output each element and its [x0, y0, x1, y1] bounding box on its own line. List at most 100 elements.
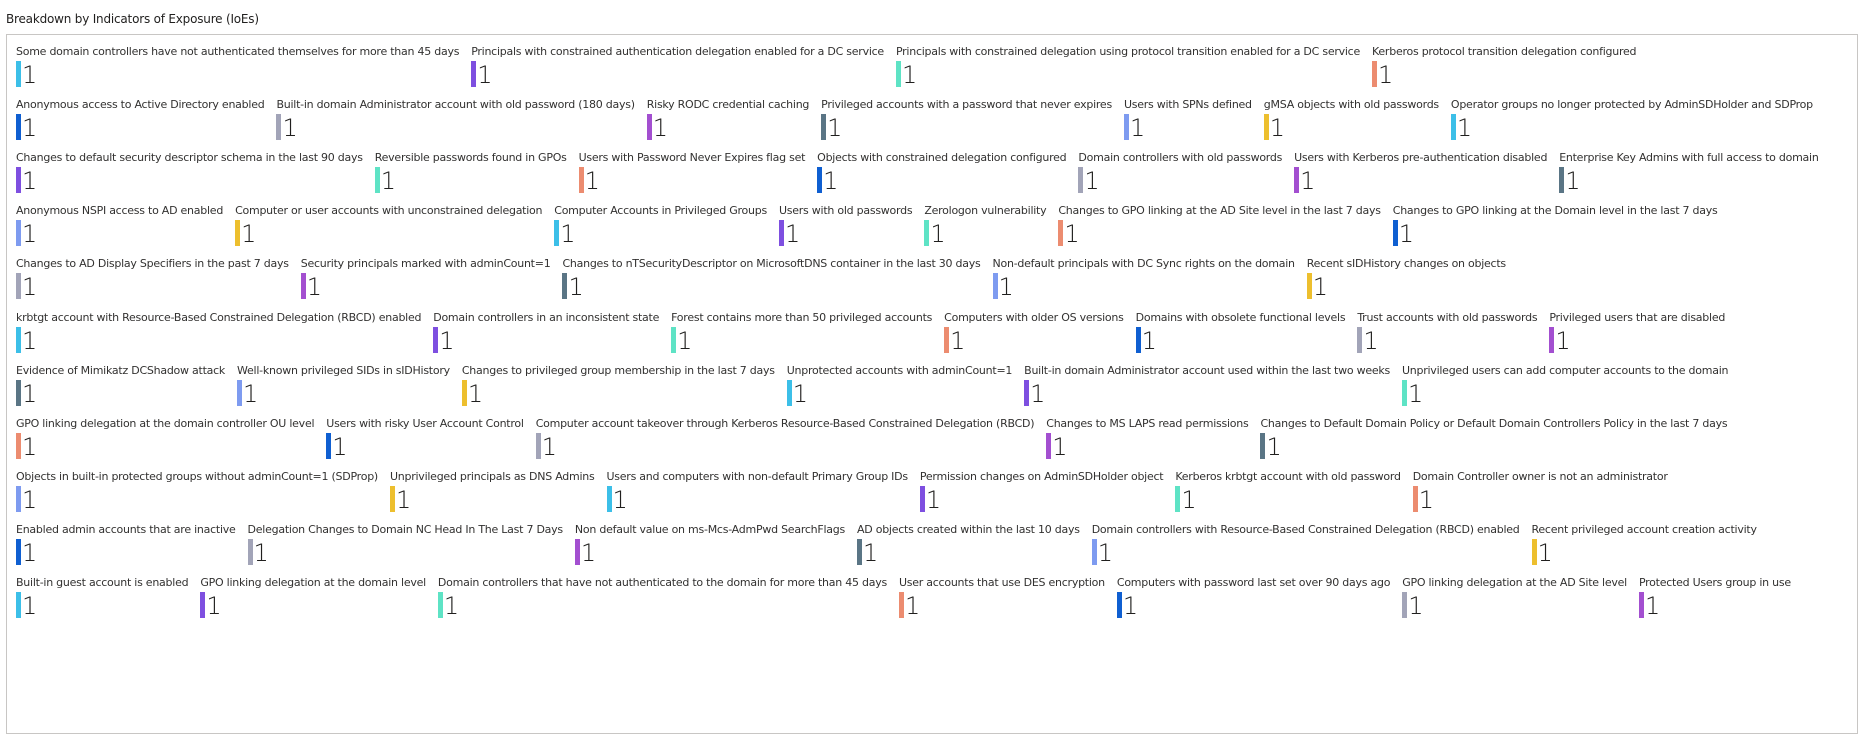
ioe-tile-label: Privileged accounts with a password that… — [821, 98, 1112, 112]
ioe-tile-label: Users with SPNs defined — [1123, 98, 1252, 112]
ioe-tile[interactable]: Unprivileged principals as DNS Admins 1 — [389, 470, 595, 514]
ioe-tile[interactable]: Risky RODC credential caching 1 — [646, 98, 810, 142]
ioe-tile-count: 1 — [439, 326, 455, 355]
ioe-tile[interactable]: Changes to privileged group membership i… — [461, 364, 775, 408]
ioe-tile-value-wrap: 1 — [1402, 592, 1627, 619]
ioe-tile[interactable]: gMSA objects with old passwords 1 — [1263, 98, 1439, 142]
ioe-tile-value-wrap: 1 — [16, 167, 363, 194]
ioe-tile[interactable]: GPO linking delegation at the AD Site le… — [1402, 576, 1627, 620]
ioe-tile[interactable]: Well-known privileged SIDs in sIDHistory… — [237, 364, 450, 408]
ioe-tile-value-wrap: 1 — [235, 220, 542, 247]
ioe-tile[interactable]: Changes to GPO linking at the AD Site le… — [1058, 204, 1381, 248]
ioe-tile-count: 1 — [1418, 485, 1434, 514]
ioe-tile-label: Forest contains more than 50 privileged … — [671, 310, 933, 324]
ioe-tile-color-bar — [1058, 220, 1064, 247]
ioe-tile[interactable]: Domains with obsolete functional levels 1 — [1135, 310, 1346, 355]
ioe-tile[interactable]: Built-in domain Administrator account wi… — [276, 98, 635, 142]
ioe-tile[interactable]: Users with Kerberos pre-authentication d… — [1294, 151, 1547, 195]
ioe-tile[interactable]: Changes to Default Domain Policy or Defa… — [1260, 417, 1728, 461]
ioe-tile[interactable]: Users with Password Never Expires flag s… — [578, 151, 805, 195]
ioe-tile-count: 1 — [1398, 220, 1415, 249]
ioe-tile[interactable]: Protected Users group in use 1 — [1638, 576, 1791, 620]
ioe-tile-count: 1 — [1030, 379, 1046, 408]
ioe-tile[interactable]: Objects in built-in protected groups wit… — [16, 470, 378, 514]
ioe-tile[interactable]: Unprotected accounts with adminCount=1 1 — [786, 364, 1012, 408]
ioe-tile[interactable]: GPO linking delegation at the domain lev… — [200, 576, 426, 620]
ioe-tile-label: Protected Users group in use — [1638, 576, 1791, 589]
ioe-tile[interactable]: Operator groups no longer protected by A… — [1450, 98, 1813, 142]
ioe-tile-label: AD objects created within the last 10 da… — [856, 522, 1080, 536]
ioe-tile[interactable]: Non-default principals with DC Sync righ… — [992, 257, 1295, 301]
ioe-tile[interactable]: krbtgt account with Resource-Based Const… — [16, 311, 421, 355]
ioe-tile-count: 1 — [243, 379, 259, 408]
ioe-tile[interactable]: Enabled admin accounts that are inactive… — [16, 523, 236, 567]
ioe-tile[interactable]: Security principals marked with adminCou… — [300, 257, 551, 301]
ioe-tile[interactable]: Computer or user accounts with unconstra… — [235, 204, 543, 248]
ioe-tile-label: GPO linking delegation at the AD Site le… — [1402, 576, 1627, 589]
ioe-tile-label: Domains with obsolete functional levels — [1135, 310, 1346, 324]
ioe-tile[interactable]: Changes to nTSecurityDescriptor on Micro… — [562, 257, 981, 301]
ioe-tile[interactable]: Domain Controller owner is not an admini… — [1412, 470, 1668, 514]
ioe-tile[interactable]: Unprivileged users can add computer acco… — [1401, 364, 1728, 408]
ioe-tile[interactable]: Privileged accounts with a password that… — [821, 98, 1112, 142]
ioe-tile[interactable]: Forest contains more than 50 privileged … — [671, 311, 932, 355]
ioe-tile[interactable]: User accounts that use DES encryption 1 — [898, 576, 1105, 620]
ioe-tile[interactable]: Objects with constrained delegation conf… — [817, 151, 1067, 195]
ioe-tile-label: Changes to MS LAPS read permissions — [1046, 416, 1249, 430]
ioe-tile-value-wrap: 1 — [1024, 379, 1390, 408]
ioe-tile-value-wrap: 1 — [778, 220, 912, 247]
ioe-tile-label: Enterprise Key Admins with full access t… — [1559, 151, 1819, 165]
ioe-tile[interactable]: Computers with password last set over 90… — [1116, 576, 1390, 620]
ioe-tile-label: Recent sIDHistory changes on objects — [1306, 257, 1506, 271]
ioe-tile-label: Domain controllers in an inconsistent st… — [433, 310, 660, 324]
ioe-tile[interactable]: AD objects created within the last 10 da… — [856, 522, 1080, 567]
ioe-tile-color-bar — [1306, 273, 1312, 300]
ioe-tile[interactable]: Domain controllers in an inconsistent st… — [433, 311, 659, 355]
ioe-tile[interactable]: Kerberos krbtgt account with old passwor… — [1175, 470, 1401, 514]
ioe-tile[interactable]: Zerologon vulnerability 1 — [924, 204, 1047, 248]
ioe-tile[interactable]: Non default value on ms-Mcs-AdmPwd Searc… — [574, 523, 845, 567]
ioe-tile-count: 1 — [380, 167, 397, 196]
ioe-tile[interactable]: Anonymous NSPI access to AD enabled 1 — [16, 204, 223, 248]
ioe-tile[interactable]: Changes to default security descriptor s… — [16, 151, 363, 195]
ioe-tile[interactable]: Principals with constrained delegation u… — [895, 45, 1360, 89]
ioe-tile[interactable]: Computer Accounts in Privileged Groups 1 — [554, 204, 767, 248]
ioe-tile[interactable]: Users and computers with non-default Pri… — [606, 470, 908, 514]
ioe-tile-value-wrap: 1 — [1392, 220, 1718, 249]
ioe-tile[interactable]: Permission changes on AdminSDHolder obje… — [919, 470, 1164, 514]
ioe-tile[interactable]: Privileged users that are disabled 1 — [1549, 311, 1725, 355]
ioe-tile-value-wrap: 1 — [16, 220, 223, 247]
ioe-tile[interactable]: Computer account takeover through Kerber… — [535, 417, 1035, 461]
ioe-tile[interactable]: Principals with constrained authenticati… — [471, 45, 884, 89]
ioe-tile[interactable]: Delegation Changes to Domain NC Head In … — [247, 523, 563, 567]
ioe-tile-color-bar — [856, 538, 862, 565]
ioe-tile-label: Computer or user accounts with unconstra… — [235, 204, 543, 218]
ioe-tile-value-wrap: 1 — [471, 61, 884, 88]
ioe-tile[interactable]: Domain controllers that have not authent… — [437, 576, 887, 620]
ioe-tile[interactable]: Domain controllers with old passwords 1 — [1078, 151, 1282, 195]
ioe-tile[interactable]: Users with SPNs defined 1 — [1123, 98, 1252, 142]
ioe-tile-label: gMSA objects with old passwords — [1263, 98, 1439, 112]
ioe-tile[interactable]: Recent sIDHistory changes on objects 1 — [1306, 257, 1506, 301]
ioe-tile[interactable]: Trust accounts with old passwords 1 — [1357, 311, 1538, 355]
ioe-tile[interactable]: Kerberos protocol transition delegation … — [1372, 45, 1637, 89]
ioe-tile[interactable]: Built-in domain Administrator account us… — [1024, 364, 1390, 408]
ioe-tile[interactable]: Changes to GPO linking at the Domain lev… — [1392, 204, 1718, 249]
ioe-tile[interactable]: Enterprise Key Admins with full access t… — [1559, 151, 1819, 195]
ioe-tile-label: Risky RODC credential caching — [646, 98, 810, 112]
ioe-tile[interactable]: Users with risky User Account Control 1 — [326, 417, 524, 461]
ioe-tile[interactable]: Built-in guest account is enabled 1 — [16, 576, 189, 620]
ioe-tile[interactable]: Reversible passwords found in GPOs 1 — [374, 151, 567, 196]
ioe-tile[interactable]: Anonymous access to Active Directory ena… — [16, 98, 265, 142]
ioe-tile[interactable]: Changes to MS LAPS read permissions 1 — [1046, 416, 1249, 461]
ioe-tile[interactable]: GPO linking delegation at the domain con… — [16, 417, 315, 461]
ioe-tile[interactable]: Some domain controllers have not authent… — [16, 45, 459, 89]
ioe-tile-color-bar — [778, 220, 784, 247]
ioe-tile[interactable]: Recent privileged account creation activ… — [1531, 523, 1757, 567]
ioe-tile[interactable]: Users with old passwords 1 — [778, 204, 913, 248]
ioe-tile[interactable]: Computers with older OS versions 1 — [944, 311, 1124, 355]
ioe-tile[interactable]: Evidence of Mimikatz DCShadow attack 1 — [16, 364, 225, 408]
ioe-tile-value-wrap: 1 — [535, 432, 1035, 460]
ioe-tile[interactable]: Changes to AD Display Specifiers in the … — [16, 257, 289, 301]
ioe-tile[interactable]: Domain controllers with Resource-Based C… — [1091, 523, 1520, 567]
